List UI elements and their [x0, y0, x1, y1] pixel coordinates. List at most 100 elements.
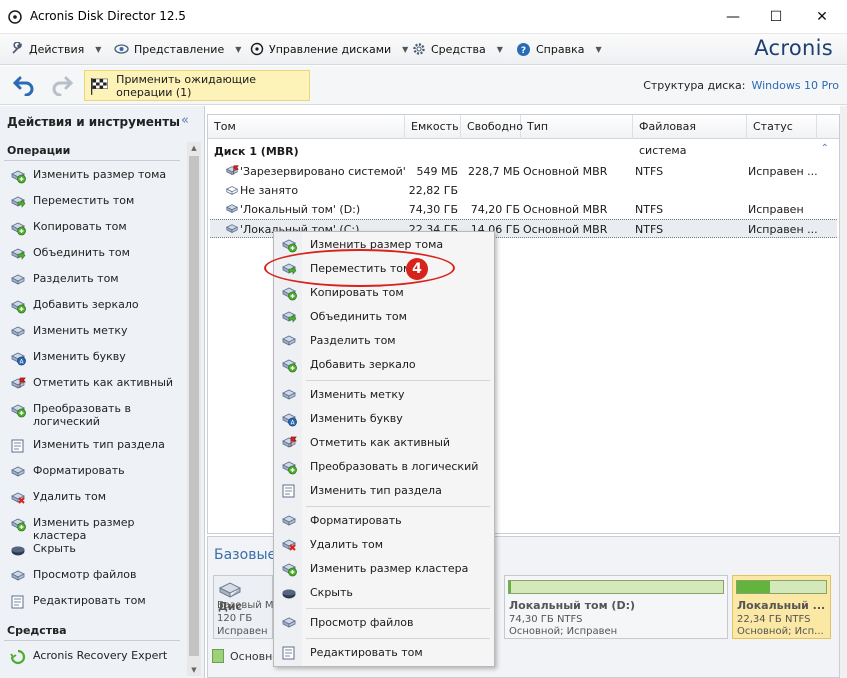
column-header-volume[interactable]: Том: [208, 115, 405, 139]
legend: Основно: [212, 649, 279, 663]
format-icon: [10, 464, 26, 480]
eye-icon: [114, 44, 129, 54]
action-merge-volume[interactable]: Объединить том: [10, 246, 180, 262]
disk-group-header: Диск 1 (MBR): [214, 145, 299, 158]
action-change-label[interactable]: Изменить метку: [10, 324, 180, 340]
left-panel-scrollbar[interactable]: ▲ ▼: [187, 142, 201, 676]
ctx-mark-active[interactable]: Отметить как активный: [274, 432, 494, 454]
partition-type-icon: [10, 438, 26, 454]
acronis-logo: Acronis: [754, 36, 833, 60]
action-cluster-size[interactable]: Изменить размер кластера: [10, 516, 180, 542]
column-header-type[interactable]: Тип: [521, 115, 633, 139]
menu-view[interactable]: Представление ▼: [114, 40, 241, 58]
ctx-convert-logical[interactable]: Преобразовать в логический: [274, 456, 494, 478]
ctx-merge-volume[interactable]: Объединить том: [274, 306, 494, 328]
action-format[interactable]: Форматировать: [10, 464, 180, 480]
action-move-volume[interactable]: Переместить том: [10, 194, 180, 210]
ctx-edit-volume[interactable]: Редактировать том: [274, 642, 494, 664]
action-edit-volume[interactable]: Редактировать том: [10, 594, 180, 610]
collapse-group-icon[interactable]: ⌃: [821, 143, 829, 154]
copy-volume-icon: [281, 285, 297, 301]
svg-text:?: ?: [521, 46, 526, 56]
scroll-up-icon[interactable]: ▲: [187, 142, 201, 154]
table-row[interactable]: 'Локальный том' (D:) 74,30 ГБ 74,20 ГБ О…: [210, 200, 837, 219]
format-icon: [281, 513, 297, 529]
maximize-button[interactable]: ☐: [753, 0, 799, 34]
chevron-down-icon: ▼: [595, 44, 602, 54]
action-mark-active[interactable]: Отметить как активный: [10, 376, 180, 392]
legend-swatch: [212, 649, 224, 663]
column-header-status[interactable]: Статус: [747, 115, 817, 139]
hard-disk-icon: [218, 582, 242, 598]
edit-volume-icon: [281, 645, 297, 661]
menu-tools[interactable]: Средства ▼: [412, 40, 503, 58]
apply-pending-operations-button[interactable]: Применить ожидающие операции (1): [84, 70, 310, 101]
scrollbar-thumb[interactable]: [189, 156, 199, 656]
volume-card-d[interactable]: Локальный том (D:) 74,30 ГБ NTFS Основно…: [504, 575, 728, 639]
browse-files-icon: [281, 615, 297, 631]
unallocated-space-icon: [225, 186, 239, 195]
menu-help[interactable]: ? Справка ▼: [516, 40, 602, 58]
window-title: Acronis Disk Director 12.5: [30, 9, 186, 23]
ctx-hide[interactable]: Скрыть: [274, 582, 494, 604]
action-add-mirror[interactable]: Добавить зеркало: [10, 298, 180, 314]
minimize-button[interactable]: —: [710, 0, 756, 34]
disk-structure-link[interactable]: Windows 10 Pro: [751, 79, 839, 92]
step-number-badge: 4: [406, 258, 428, 280]
table-row[interactable]: 'Зарезервировано системой' 549 МБ 228,7 …: [210, 162, 837, 181]
column-header-filesystem[interactable]: Файловая система: [633, 115, 747, 157]
action-delete-volume[interactable]: Удалить том: [10, 490, 180, 506]
column-header-free[interactable]: Свободно: [461, 115, 523, 139]
move-volume-icon: [10, 194, 26, 210]
ctx-change-label[interactable]: Изменить метку: [274, 384, 494, 406]
action-split-volume[interactable]: Разделить том: [10, 272, 180, 288]
action-browse-files[interactable]: Просмотр файлов: [10, 568, 180, 584]
collapse-panel-button[interactable]: «: [181, 113, 189, 128]
ctx-cluster-size[interactable]: Изменить размер кластера: [274, 558, 494, 580]
browse-files-icon: [10, 568, 26, 584]
usage-bar-fill: [737, 581, 770, 593]
column-header-capacity[interactable]: Емкость: [405, 115, 461, 139]
ctx-browse-files[interactable]: Просмотр файлов: [274, 612, 494, 634]
chevron-down-icon: ▼: [95, 44, 102, 54]
table-row[interactable]: Не занято 22,82 ГБ: [210, 181, 837, 200]
action-convert-logical[interactable]: Преобразовать в логический: [10, 402, 180, 428]
close-button[interactable]: ✕: [799, 0, 845, 34]
action-hide[interactable]: Скрыть: [10, 542, 180, 558]
delete-volume-icon: [10, 490, 26, 506]
operations-section-title: Операции: [7, 144, 71, 157]
action-resize-volume[interactable]: Изменить размер тома: [10, 168, 180, 184]
undo-button[interactable]: [10, 72, 38, 98]
change-label-icon: [10, 324, 26, 340]
redo-button[interactable]: [48, 72, 76, 98]
tool-recovery-expert[interactable]: Acronis Recovery Expert: [10, 649, 180, 665]
change-label-icon: [281, 387, 297, 403]
merge-volume-icon: [10, 246, 26, 262]
ctx-add-mirror[interactable]: Добавить зеркало: [274, 354, 494, 376]
action-change-partition-type[interactable]: Изменить тип раздела: [10, 438, 180, 454]
action-change-letter[interactable]: Изменить букву: [10, 350, 180, 366]
ctx-change-partition-type[interactable]: Изменить тип раздела: [274, 480, 494, 502]
convert-logical-icon: [281, 459, 297, 475]
volume-card-c[interactable]: Локальный ... 22,34 ГБ NTFS Основной; Ис…: [732, 575, 831, 639]
divider: [306, 608, 490, 609]
chevron-down-icon: ▼: [235, 44, 242, 54]
right-edge-scrollbar[interactable]: [840, 106, 847, 678]
action-copy-volume[interactable]: Копировать том: [10, 220, 180, 236]
menu-disk-management[interactable]: Управление дисками ▼: [250, 40, 408, 58]
menu-actions[interactable]: Действия ▼: [10, 40, 101, 58]
redo-icon: [52, 76, 74, 96]
partition-type-icon: [281, 483, 297, 499]
hide-icon: [10, 542, 26, 558]
ctx-split-volume[interactable]: Разделить том: [274, 330, 494, 352]
volume-icon: [224, 222, 240, 236]
menu-bar: Действия ▼ Представление ▼ Управление диск…: [0, 34, 847, 65]
ctx-delete-volume[interactable]: Удалить том: [274, 534, 494, 556]
mark-active-icon: [281, 435, 297, 451]
ctx-format[interactable]: Форматировать: [274, 510, 494, 532]
split-volume-icon: [10, 272, 26, 288]
ctx-change-letter[interactable]: Изменить букву: [274, 408, 494, 430]
app-icon: [8, 10, 22, 24]
scroll-down-icon[interactable]: ▼: [187, 664, 201, 676]
divider: [306, 638, 490, 639]
